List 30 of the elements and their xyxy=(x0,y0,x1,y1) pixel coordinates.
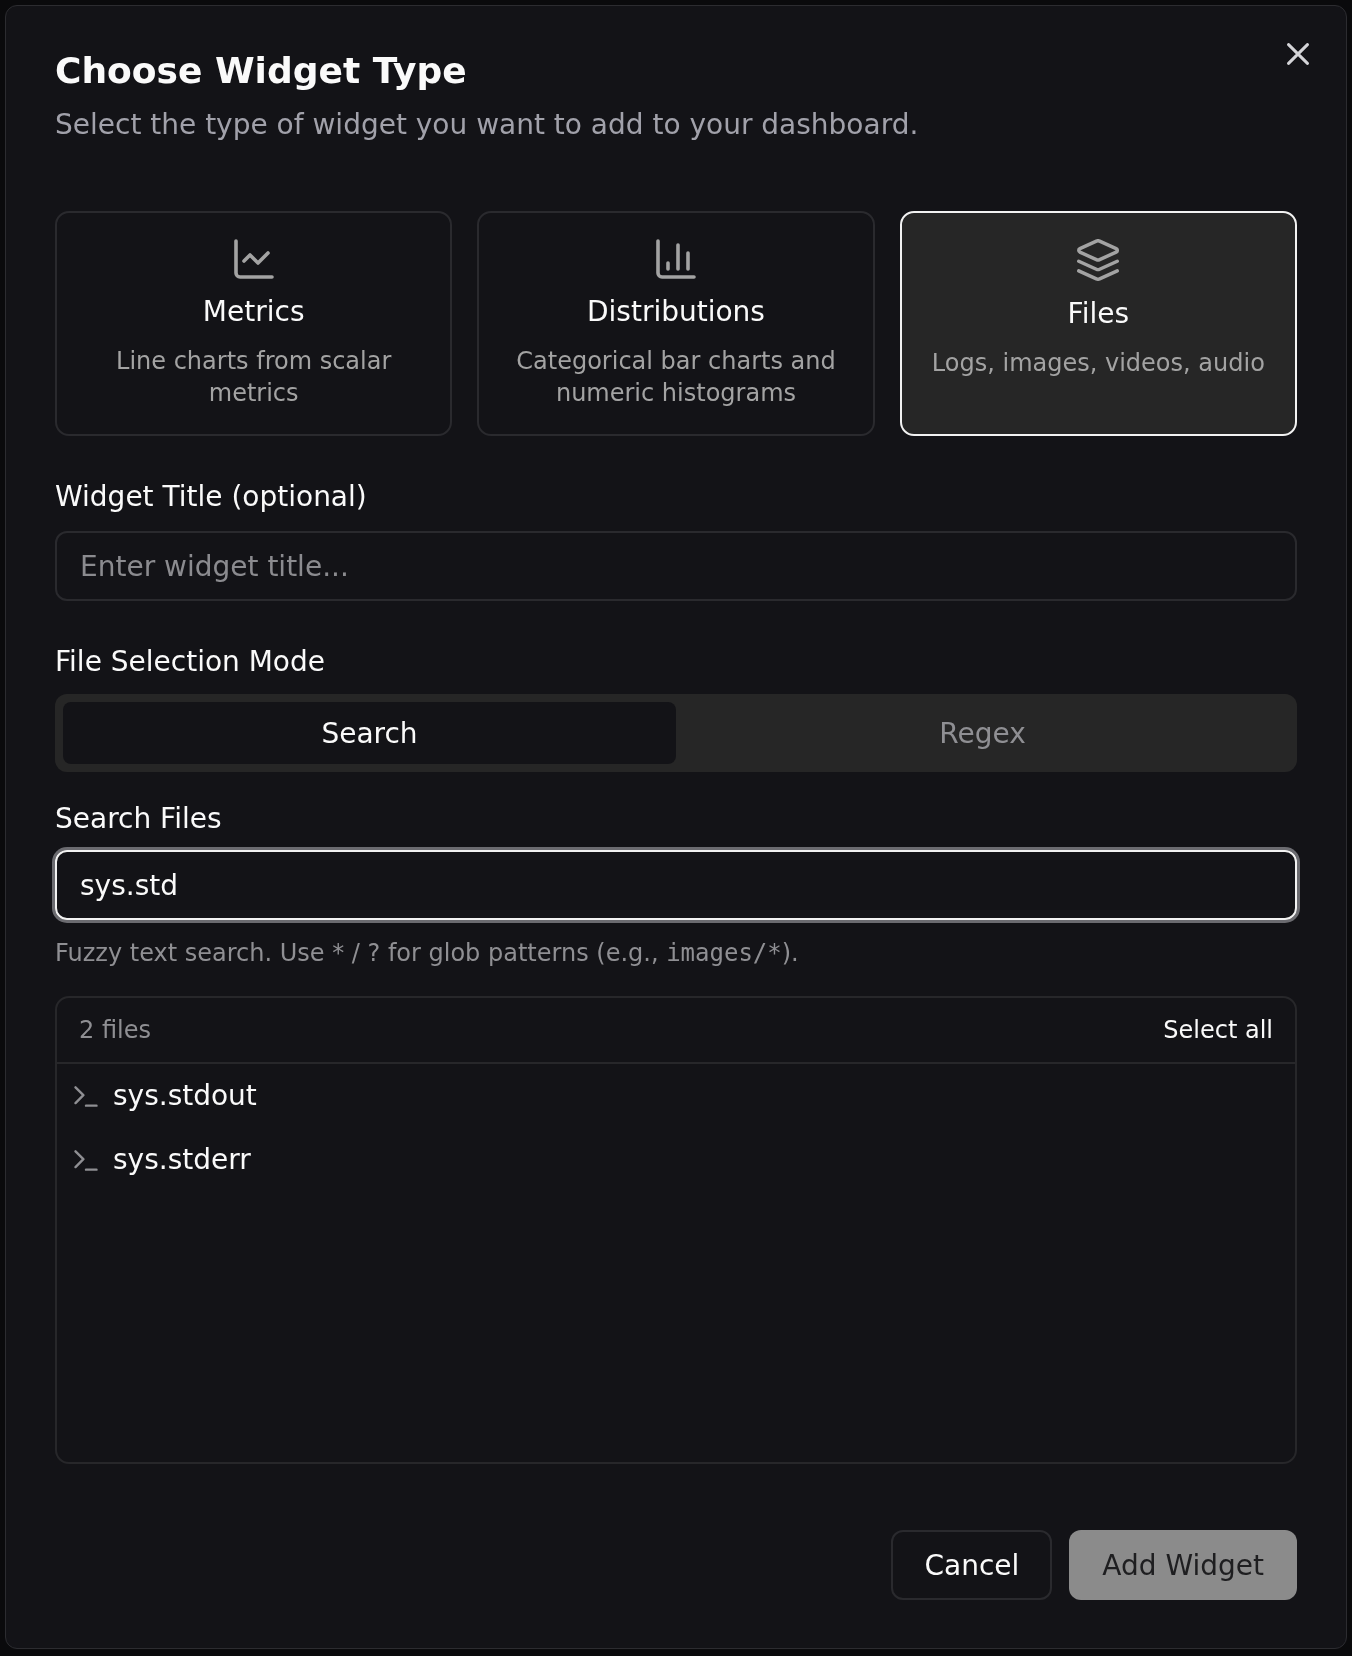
title-input-field[interactable]: Enter widget title... xyxy=(55,531,1297,601)
card-title: Files xyxy=(1067,296,1130,332)
bar-chart-icon xyxy=(656,239,696,279)
close-icon xyxy=(1287,43,1309,65)
file-count: 2 files xyxy=(79,1015,151,1046)
field-label: File Selection Mode xyxy=(55,644,325,680)
help-text: Fuzzy text search. Use * / ? for glob patterns (e.g., images/*). xyxy=(55,938,799,969)
card-description: Logs, images, videos, audio xyxy=(931,348,1265,379)
layers-icon xyxy=(1077,239,1120,281)
file-name: sys.stderr xyxy=(113,1142,251,1178)
card-description: Categorical bar charts and numeric histograms xyxy=(515,346,837,409)
card-title: Distributions xyxy=(587,294,765,330)
field-label: Search Files xyxy=(55,801,222,837)
line-chart-icon xyxy=(233,239,274,279)
mode-tab[interactable]: Search xyxy=(63,702,676,764)
terminal-icon xyxy=(74,1149,98,1171)
card-description: Line charts from scalar metrics xyxy=(115,346,393,409)
widget-type-card[interactable]: Distributions Categorical bar charts and numeric histograms xyxy=(477,211,875,436)
mode-tab[interactable]: Regex xyxy=(676,702,1289,764)
terminal-icon xyxy=(74,1085,98,1107)
field-label: Widget Title (optional) xyxy=(55,479,367,515)
dialog-title: Choose Widget Type xyxy=(55,49,467,93)
cancel-button[interactable]: Cancel xyxy=(891,1530,1053,1600)
select-all-link[interactable]: Select all xyxy=(1163,1014,1273,1046)
widget-type-card[interactable]: Metrics Line charts from scalar metrics xyxy=(55,211,453,436)
widget-type-card[interactable]: Files Logs, images, videos, audio xyxy=(899,211,1297,436)
search-input-field[interactable]: sys.std xyxy=(55,850,1297,920)
dialog-subtitle: Select the type of widget you want to add to your dashboard. xyxy=(55,107,919,143)
card-title: Metrics xyxy=(202,294,305,330)
file-name: sys.stdout xyxy=(113,1078,257,1114)
